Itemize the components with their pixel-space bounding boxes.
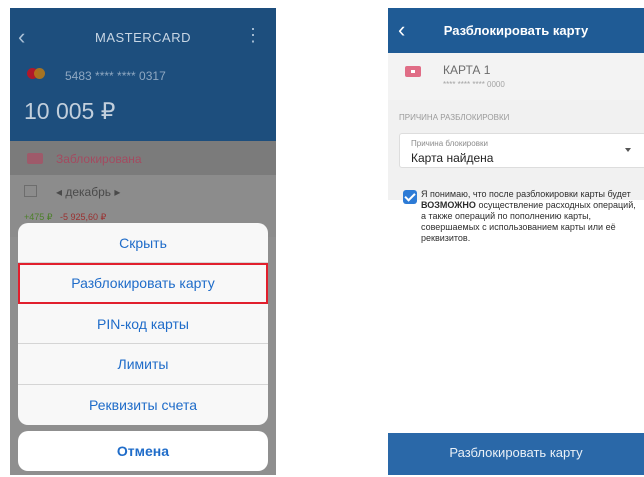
limits-button[interactable]: Лимиты: [18, 344, 268, 385]
unblock-submit-button[interactable]: Разблокировать карту: [388, 433, 644, 475]
calendar-icon[interactable]: [24, 185, 37, 197]
income-amount: +475 ₽: [24, 212, 53, 222]
card-row: КАРТА 1 **** **** **** 0000: [388, 53, 644, 100]
unblock-screen: ‹ Разблокировать карту КАРТА 1 **** ****…: [388, 8, 644, 475]
blocked-status-row: Заблокирована: [10, 141, 276, 175]
consent-text-before: Я понимаю, что после разблокировки карты…: [421, 189, 631, 199]
unblock-header: ‹ Разблокировать карту: [388, 8, 644, 53]
card-screen: ‹ MASTERCARD ⋮ 5483 **** **** 0317 10 00…: [10, 8, 276, 475]
mastercard-logo-icon: [27, 68, 45, 79]
more-icon[interactable]: ⋮: [244, 25, 262, 46]
reason-section: ПРИЧИНА РАЗБЛОКИРОВКИ Причина блокировки…: [388, 100, 644, 200]
unblock-card-button[interactable]: Разблокировать карту: [18, 263, 268, 304]
card-number: **** **** **** 0000: [443, 80, 505, 89]
action-sheet: Скрыть Разблокировать карту PIN-код карт…: [18, 223, 268, 425]
section-title: ПРИЧИНА РАЗБЛОКИРОВКИ: [399, 113, 510, 122]
card-header: ‹ MASTERCARD ⋮ 5483 **** **** 0317 10 00…: [10, 8, 276, 141]
consent-checkbox[interactable]: [403, 190, 417, 204]
account-details-button[interactable]: Реквизиты счета: [18, 385, 268, 425]
card-name: КАРТА 1: [443, 63, 491, 77]
page-title: Разблокировать карту: [443, 23, 589, 38]
expense-amount: -5 925,60 ₽: [60, 212, 107, 222]
reason-select-label: Причина блокировки: [411, 139, 488, 148]
lock-icon: [27, 153, 43, 164]
lock-icon: [405, 66, 421, 77]
cancel-button[interactable]: Отмена: [18, 431, 268, 471]
month-selector[interactable]: ◂ декабрь ▸: [56, 185, 120, 199]
consent-text-bold: ВОЗМОЖНО: [421, 200, 476, 210]
hide-card-button[interactable]: Скрыть: [18, 223, 268, 264]
card-number: 5483 **** **** 0317: [65, 69, 166, 83]
reason-select-value: Карта найдена: [411, 151, 494, 165]
reason-select[interactable]: Причина блокировки Карта найдена: [399, 133, 644, 168]
chevron-down-icon: [625, 148, 631, 152]
card-balance: 10 005 ₽: [24, 98, 116, 124]
page-title: MASTERCARD: [94, 30, 191, 45]
consent-text: Я понимаю, что после разблокировки карты…: [421, 189, 639, 244]
pin-code-button[interactable]: PIN-код карты: [18, 304, 268, 345]
blocked-status-label: Заблокирована: [56, 152, 142, 166]
